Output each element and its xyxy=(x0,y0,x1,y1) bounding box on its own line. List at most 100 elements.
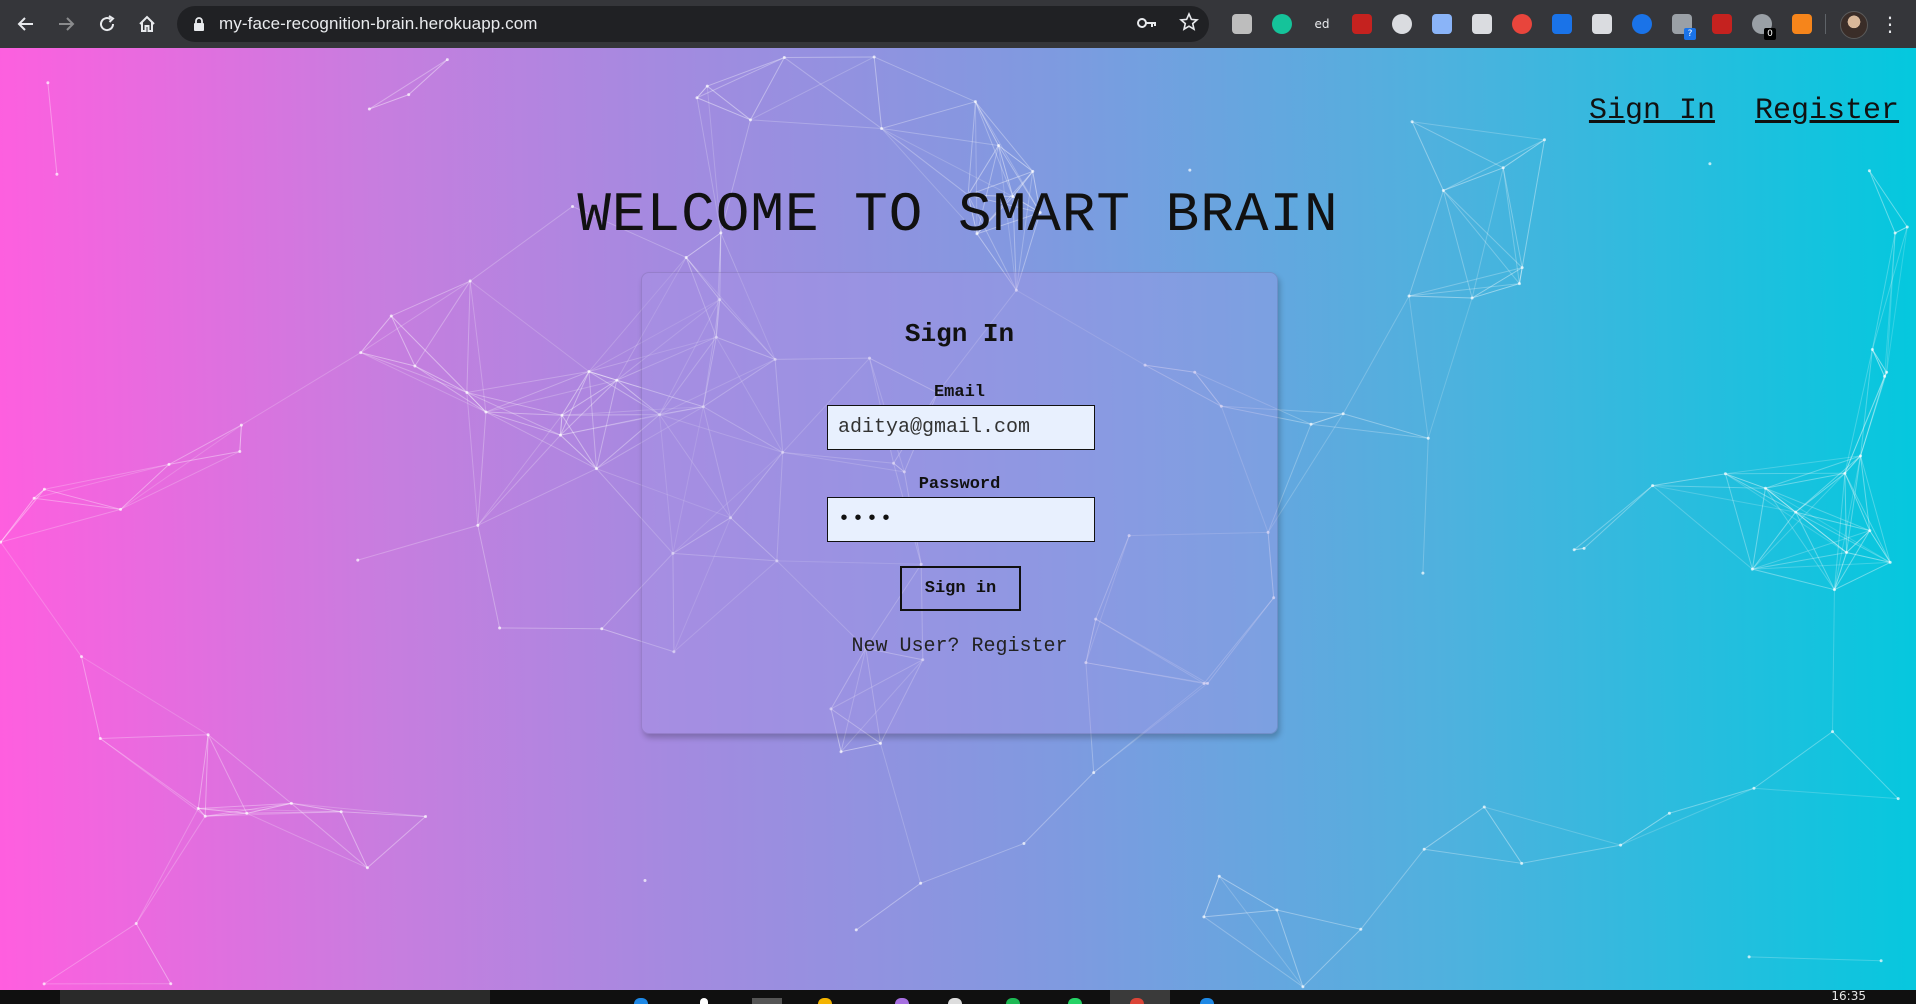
sign-in-button[interactable]: Sign in xyxy=(900,566,1021,611)
forward-button[interactable] xyxy=(46,4,86,44)
particle-node xyxy=(1651,484,1655,488)
cloud-icon[interactable] xyxy=(1582,8,1622,40)
particle-node xyxy=(206,733,210,737)
ed-extension[interactable]: ed xyxy=(1302,8,1342,40)
extension-badge: 0 xyxy=(1764,28,1776,40)
star-icon[interactable] xyxy=(1179,12,1199,36)
particle-node xyxy=(1517,282,1521,286)
taskbar-search[interactable] xyxy=(60,990,490,1004)
particle-line xyxy=(414,365,487,413)
taskbar-edge-icon[interactable] xyxy=(634,998,648,1004)
particle-line xyxy=(1846,552,1891,563)
particle-line xyxy=(1795,511,1835,590)
particle-line xyxy=(920,843,1025,884)
taskbar-chrome-icon[interactable] xyxy=(1130,998,1144,1004)
particle-line xyxy=(466,392,561,436)
particle-line xyxy=(1343,413,1429,439)
back-button[interactable] xyxy=(6,4,46,44)
particle-node xyxy=(1843,471,1847,475)
particle-line xyxy=(1583,485,1653,549)
nav-sign-in-link[interactable]: Sign In xyxy=(1589,94,1715,128)
particle-line xyxy=(1023,772,1095,844)
particle-node xyxy=(1708,162,1712,166)
password-field[interactable]: •••• xyxy=(827,497,1095,542)
particle-node xyxy=(1619,843,1623,847)
extensions-tray: ed? 0 xyxy=(1222,8,1822,40)
taskbar-whatsapp-icon[interactable] xyxy=(1068,998,1082,1004)
particle-line xyxy=(1203,916,1304,988)
grammarly-icon[interactable] xyxy=(1262,8,1302,40)
cube-extension-icon[interactable] xyxy=(1222,8,1262,40)
pdf-icon[interactable] xyxy=(1342,8,1382,40)
particle-line xyxy=(967,101,976,196)
address-bar[interactable]: my-face-recognition-brain.herokuapp.com xyxy=(177,6,1209,42)
particle-node xyxy=(239,423,243,427)
particle-node xyxy=(1426,436,1430,440)
sync-icon[interactable] xyxy=(1422,8,1462,40)
particle-node xyxy=(1470,296,1474,300)
particle-line xyxy=(291,802,426,817)
arrow-left-icon xyxy=(17,17,33,31)
particle-node xyxy=(1750,567,1754,571)
podcast-icon[interactable] xyxy=(1382,8,1422,40)
particle-line xyxy=(1860,349,1873,456)
particle-line xyxy=(706,85,751,121)
particle-node xyxy=(643,879,647,883)
particle-line xyxy=(1424,848,1522,864)
particle-node xyxy=(1309,422,1313,426)
particle-line xyxy=(469,280,487,413)
particle-line xyxy=(1832,589,1835,732)
info-extension-icon[interactable] xyxy=(1542,8,1582,40)
particle-node xyxy=(498,626,502,630)
react-devtools-icon[interactable] xyxy=(1502,8,1542,40)
taskbar-app-icon[interactable] xyxy=(948,998,962,1004)
particle-line xyxy=(408,59,448,95)
particle-node xyxy=(98,736,102,740)
particle-line xyxy=(1871,349,1888,373)
particle-line xyxy=(881,101,976,129)
fox-extension-icon[interactable] xyxy=(1782,8,1822,40)
particle-line xyxy=(873,56,883,129)
particle-line xyxy=(369,59,448,110)
taskbar-vscode-icon[interactable] xyxy=(1200,998,1214,1004)
flag-extension-icon[interactable] xyxy=(1702,8,1742,40)
particle-line xyxy=(43,923,137,985)
particle-node xyxy=(46,81,50,85)
particle-node xyxy=(684,255,688,259)
reload-button[interactable] xyxy=(87,4,127,44)
profile-avatar[interactable] xyxy=(1840,11,1868,39)
particle-line xyxy=(1427,297,1473,439)
particle-node xyxy=(1501,166,1505,170)
register-link[interactable]: New User? Register xyxy=(642,635,1277,658)
target-icon[interactable] xyxy=(1462,8,1502,40)
particle-node xyxy=(356,558,360,562)
particle-node xyxy=(389,314,393,318)
email-field[interactable]: aditya@gmail.com xyxy=(827,405,1095,450)
particle-line xyxy=(1521,844,1621,864)
particle-node xyxy=(748,118,752,122)
particle-line xyxy=(1725,473,1766,489)
particle-line xyxy=(1218,875,1304,988)
nav-register-link[interactable]: Register xyxy=(1755,94,1899,128)
taskbar-folder-icon[interactable] xyxy=(818,998,832,1004)
extension-glyph xyxy=(1352,14,1372,34)
key-icon[interactable] xyxy=(1137,15,1157,34)
chat-extension-icon[interactable]: ? xyxy=(1662,8,1702,40)
extension-glyph xyxy=(1712,14,1732,34)
extension-glyph xyxy=(1512,14,1532,34)
taskbar-vs-icon[interactable] xyxy=(895,998,909,1004)
particle-node xyxy=(1883,374,1887,378)
particle-line xyxy=(561,371,590,416)
home-button[interactable] xyxy=(127,4,167,44)
taskbar-app-icon[interactable] xyxy=(700,998,708,1004)
taskbar-spotify-icon[interactable] xyxy=(1006,998,1020,1004)
counter-extension-icon[interactable]: 0 xyxy=(1742,8,1782,40)
particle-line xyxy=(1620,787,1755,846)
bookmark-extension-icon[interactable] xyxy=(1622,8,1662,40)
particle-node xyxy=(1752,786,1756,790)
particle-line xyxy=(1832,731,1899,800)
kebab-menu-icon[interactable]: ⋮ xyxy=(1874,8,1906,40)
taskbar-app-icon[interactable] xyxy=(752,998,782,1004)
particle-line xyxy=(1422,438,1429,574)
particle-node xyxy=(55,172,59,176)
